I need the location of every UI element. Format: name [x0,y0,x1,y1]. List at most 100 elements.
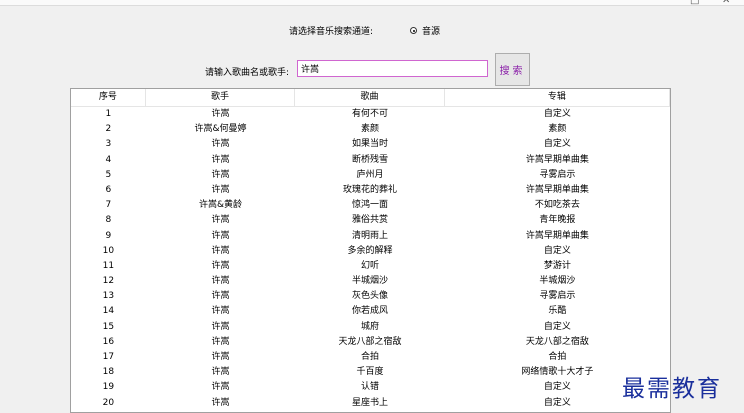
cell-song: 素颜 [360,124,379,135]
cell-singer: 许嵩 [211,291,230,302]
cell-index: 18 [102,367,115,378]
cell-album: 不如吃茶去 [534,200,580,211]
cell-index: 5 [105,169,112,180]
cell-song: 千百度 [356,367,384,378]
radio-selected-icon[interactable] [410,27,417,34]
table-row[interactable]: 7 许嵩&黄龄 惊鸿一面 不如吃茶去 [71,198,670,213]
search-input[interactable] [297,60,488,77]
cell-album: 乐酷 [548,306,567,317]
results-table[interactable]: 序号 歌手 歌曲 专辑 1 许嵩 有何不可 自定义 2 许嵩&何曼婷 素颜 素颜 3 许嵩 如果当时… [70,88,671,413]
cell-singer: 许嵩 [211,169,230,180]
cell-singer: 许嵩 [211,352,230,362]
cell-index: 15 [102,321,115,332]
cell-song: 认错 [360,382,379,393]
cell-singer: 许嵩 [211,397,230,408]
cell-song: 城府 [360,321,379,332]
table-body: 1 许嵩 有何不可 自定义 2 许嵩&何曼婷 素颜 素颜 3 许嵩 如果当时 自定义 4 许嵩 断桥残雪 许嵩… [71,107,670,411]
column-header-album[interactable]: 专辑 [445,89,670,106]
cell-album: 自定义 [543,109,571,119]
cell-singer: 许嵩 [211,321,230,332]
table-row[interactable]: 17 许嵩 合拍 合拍 [71,350,670,365]
cell-singer: 许嵩 [211,382,230,393]
cell-song: 庐州月 [356,169,384,180]
channel-label: 请选择音乐搜索通道: [289,27,374,37]
cell-singer: 许嵩 [211,154,230,165]
cell-index: 3 [105,139,112,150]
table-row[interactable]: 19 许嵩 认错 自定义 [71,380,670,395]
cell-song: 幻听 [360,260,379,271]
cell-song: 你若成风 [351,306,388,317]
cell-index: 14 [102,306,115,317]
cell-album: 寻雾启示 [539,169,576,180]
cell-index: 6 [105,184,112,195]
cell-album: 许嵩早期单曲集 [525,184,589,195]
cell-index: 1 [105,109,112,119]
cell-singer: 许嵩 [211,109,230,119]
channel-radio-option[interactable]: 音源 [410,24,440,37]
table-row[interactable]: 6 许嵩 玫瑰花的葬礼 许嵩早期单曲集 [71,183,670,198]
cell-singer: 许嵩&何曼婷 [194,124,247,135]
cell-index: 8 [105,215,112,226]
cell-song: 断桥残雪 [351,154,388,165]
table-row[interactable]: 13 许嵩 灰色头像 寻雾启示 [71,289,670,304]
cell-index: 9 [105,230,112,241]
cell-singer: 许嵩 [211,276,230,287]
cell-album: 自定义 [543,139,571,150]
cell-singer: 许嵩 [211,336,230,347]
table-row[interactable]: 8 许嵩 雅俗共赏 青年晚报 [71,213,670,228]
table-row[interactable]: 20 许嵩 星座书上 自定义 [71,396,670,411]
close-button[interactable]: ✕ [722,0,730,6]
cell-singer: 许嵩 [211,367,230,378]
cell-index: 11 [102,260,115,271]
table-row[interactable]: 9 许嵩 清明雨上 许嵩早期单曲集 [71,229,670,244]
cell-singer: 许嵩 [211,306,230,317]
cell-singer: 许嵩 [211,230,230,241]
column-header-index[interactable]: 序号 [71,89,146,106]
cell-album: 青年晚报 [539,215,576,226]
cell-album: 许嵩早期单曲集 [525,230,589,241]
table-row[interactable]: 5 许嵩 庐州月 寻雾启示 [71,168,670,183]
cell-album: 寻雾启示 [539,291,576,302]
column-header-singer[interactable]: 歌手 [146,89,296,106]
cell-song: 雅俗共赏 [351,215,388,226]
cell-singer: 许嵩 [211,215,230,226]
maximize-button[interactable]: □ [690,0,699,6]
table-row[interactable]: 15 许嵩 城府 自定义 [71,320,670,335]
cell-index: 2 [105,124,112,135]
cell-album: 半城烟沙 [539,276,576,287]
cell-album: 自定义 [543,321,571,332]
search-label: 请输入歌曲名或歌手: [205,68,290,78]
cell-song: 清明雨上 [351,230,388,241]
search-button[interactable]: 搜索 [495,53,530,86]
channel-radio-label: 音源 [422,27,441,37]
cell-song: 有何不可 [351,109,388,119]
cell-album: 自定义 [543,245,571,256]
table-row[interactable]: 18 许嵩 千百度 网络情歌十大才子 [71,365,670,380]
table-row[interactable]: 11 许嵩 幻听 梦游计 [71,259,670,274]
cell-index: 10 [102,245,115,256]
table-row[interactable]: 3 许嵩 如果当时 自定义 [71,137,670,152]
cell-song: 合拍 [360,352,379,362]
table-row[interactable]: 4 许嵩 断桥残雪 许嵩早期单曲集 [71,153,670,168]
window-top-bar: □ ✕ [0,0,744,6]
cell-index: 16 [102,336,115,347]
cell-album: 素颜 [548,124,567,135]
cell-album: 合拍 [548,352,567,362]
table-row[interactable]: 2 许嵩&何曼婷 素颜 素颜 [71,122,670,137]
column-header-song[interactable]: 歌曲 [295,89,445,106]
cell-singer: 许嵩 [211,184,230,195]
cell-album: 梦游计 [543,260,571,271]
cell-song: 灰色头像 [351,291,388,302]
table-row[interactable]: 1 许嵩 有何不可 自定义 [71,107,670,122]
cell-index: 12 [102,276,115,287]
cell-index: 4 [105,154,112,165]
table-row[interactable]: 12 许嵩 半城烟沙 半城烟沙 [71,274,670,289]
cell-song: 如果当时 [351,139,388,150]
table-row[interactable]: 10 许嵩 多余的解释 自定义 [71,244,670,259]
table-row[interactable]: 16 许嵩 天龙八部之宿敌 天龙八部之宿敌 [71,335,670,350]
cell-singer: 许嵩 [211,245,230,256]
cell-song: 天龙八部之宿敌 [338,336,402,347]
cell-song: 惊鸿一面 [351,200,388,211]
cell-song: 星座书上 [351,397,388,408]
table-row[interactable]: 14 许嵩 你若成风 乐酷 [71,304,670,319]
